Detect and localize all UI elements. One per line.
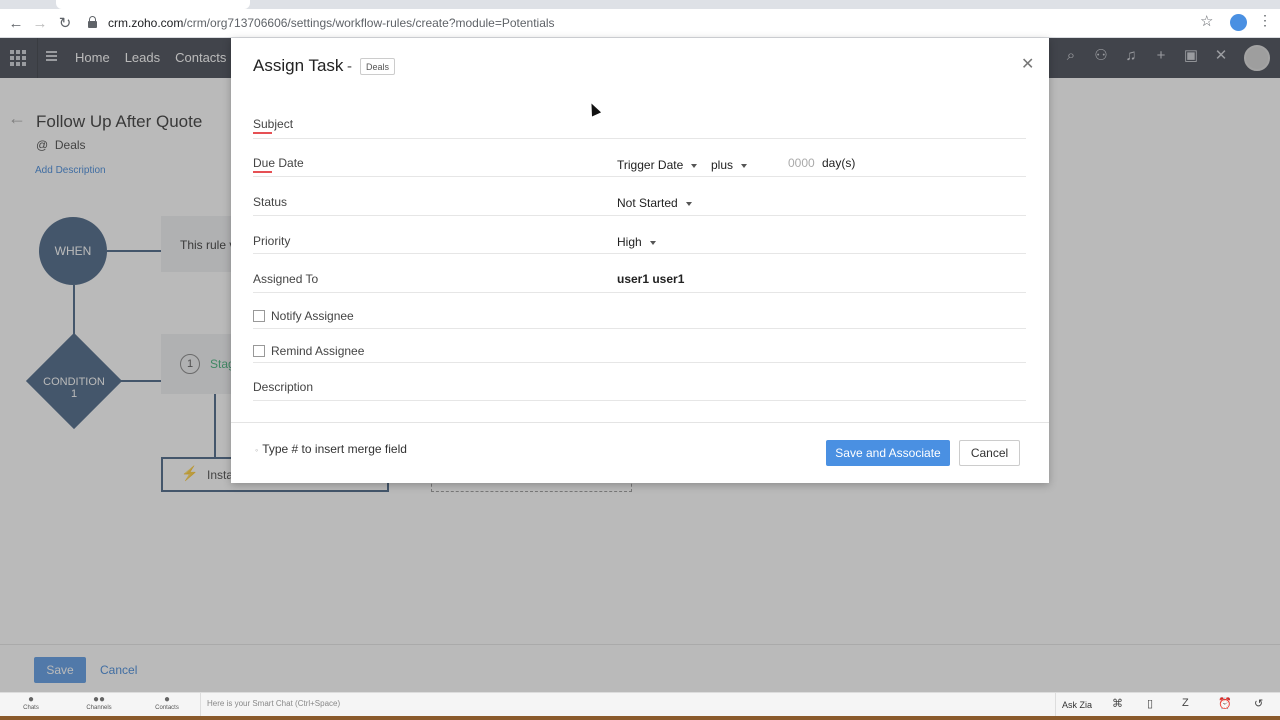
- priority-select[interactable]: High: [617, 235, 656, 249]
- days-unit: day(s): [822, 156, 856, 170]
- remind-assignee-label[interactable]: Remind Assignee: [271, 344, 364, 358]
- browser-tabstrip: [0, 0, 1280, 9]
- assigned-to-value[interactable]: user1 user1: [617, 272, 684, 286]
- description-label: Description: [253, 380, 314, 394]
- chevron-down-icon: [649, 240, 656, 245]
- due-date-row: Due Date Trigger Date plus 0000 day(s): [253, 139, 1026, 177]
- subject-row[interactable]: Subject: [253, 110, 1026, 139]
- subject-label: Subject: [253, 117, 294, 131]
- cancel-button[interactable]: Cancel: [959, 440, 1020, 466]
- operator-select[interactable]: plus: [711, 158, 748, 172]
- assigned-to-row: Assigned To user1 user1: [253, 254, 1026, 293]
- modal-footer: ◦ Type # to insert merge field Save and A…: [231, 422, 1049, 483]
- priority-label: Priority: [253, 234, 291, 248]
- forward-icon[interactable]: →: [30, 14, 50, 34]
- required-marker: [253, 171, 272, 173]
- contacts-label: Contacts: [155, 705, 179, 711]
- alarm-icon[interactable]: ⏰: [1218, 697, 1232, 710]
- history-icon[interactable]: ↺: [1254, 697, 1263, 710]
- status-value: Not Started: [617, 196, 678, 210]
- trigger-date-value: Trigger Date: [617, 158, 684, 172]
- required-marker: [253, 132, 272, 134]
- lock-icon: [88, 16, 97, 28]
- url-host: crm.zoho.com: [108, 16, 184, 30]
- info-icon: ◦: [255, 445, 259, 455]
- close-icon[interactable]: ✕: [1021, 54, 1034, 74]
- bookmark-star-icon[interactable]: ☆: [1200, 12, 1213, 30]
- notify-assignee-row: Notify Assignee: [253, 293, 1026, 329]
- trigger-date-select[interactable]: Trigger Date: [617, 158, 698, 172]
- channels-icon: ●●: [92, 694, 106, 705]
- remind-assignee-checkbox[interactable]: [253, 345, 265, 357]
- chevron-down-icon: [691, 163, 698, 168]
- days-input[interactable]: 0000: [788, 156, 815, 170]
- bottom-bar: ● Chats ●● Channels ● Contacts Here is your…: [0, 692, 1280, 716]
- notes-icon[interactable]: ▯: [1147, 697, 1153, 710]
- modal-title-separator: -: [347, 58, 352, 75]
- back-icon[interactable]: ←: [6, 14, 26, 34]
- operator-value: plus: [711, 158, 734, 172]
- remind-assignee-row: Remind Assignee: [253, 329, 1026, 363]
- chats-label: Chats: [23, 705, 39, 711]
- description-row[interactable]: Description: [253, 363, 1026, 401]
- zia-icon[interactable]: Z: [1182, 697, 1189, 709]
- contacts-button[interactable]: ● Contacts: [152, 694, 182, 712]
- status-label: Status: [253, 195, 288, 209]
- status-row: Status Not Started: [253, 177, 1026, 216]
- extension-icon[interactable]: [1230, 14, 1247, 31]
- priority-row: Priority High: [253, 216, 1026, 254]
- merge-field-hint: ◦ Type # to insert merge field: [255, 442, 407, 456]
- browser-menu-icon[interactable]: ⋮: [1258, 12, 1272, 28]
- reload-icon[interactable]: ↻: [55, 14, 75, 34]
- merge-field-hint-text: Type # to insert merge field: [262, 442, 407, 456]
- browser-active-tab[interactable]: [56, 0, 250, 9]
- save-and-associate-button[interactable]: Save and Associate: [826, 440, 950, 466]
- notify-assignee-checkbox[interactable]: [253, 310, 265, 322]
- assigned-to-label: Assigned To: [253, 272, 319, 286]
- channels-label: Channels: [86, 705, 112, 711]
- notify-assignee-label[interactable]: Notify Assignee: [271, 309, 354, 323]
- game-icon[interactable]: ⌘: [1112, 697, 1123, 710]
- module-badge: Deals: [360, 58, 396, 75]
- due-date-label: Due Date: [253, 156, 304, 170]
- priority-value: High: [617, 235, 642, 249]
- contact-icon: ●: [163, 694, 171, 705]
- chevron-down-icon: [685, 201, 692, 206]
- browser-address-bar: ← → ↻ crm.zoho.com/crm/org713706606/sett…: [0, 9, 1280, 38]
- assign-task-modal: Assign Task - Deals ✕ Subject Due Date T…: [231, 38, 1049, 483]
- chats-button[interactable]: ● Chats: [16, 694, 46, 712]
- channels-button[interactable]: ●● Channels: [84, 694, 114, 712]
- status-select[interactable]: Not Started: [617, 196, 692, 210]
- url-path: /crm/org713706606/settings/workflow-rule…: [183, 16, 555, 30]
- chat-bubble-icon: ●: [27, 694, 35, 705]
- url-field[interactable]: crm.zoho.com/crm/org713706606/settings/w…: [82, 12, 1222, 34]
- ask-zia-button[interactable]: Ask Zia: [1062, 700, 1092, 710]
- modal-title: Assign Task: [253, 56, 344, 75]
- taskbar-strip: [0, 716, 1280, 720]
- chevron-down-icon: [741, 163, 748, 168]
- smart-chat-input[interactable]: Here is your Smart Chat (Ctrl+Space): [200, 693, 1056, 716]
